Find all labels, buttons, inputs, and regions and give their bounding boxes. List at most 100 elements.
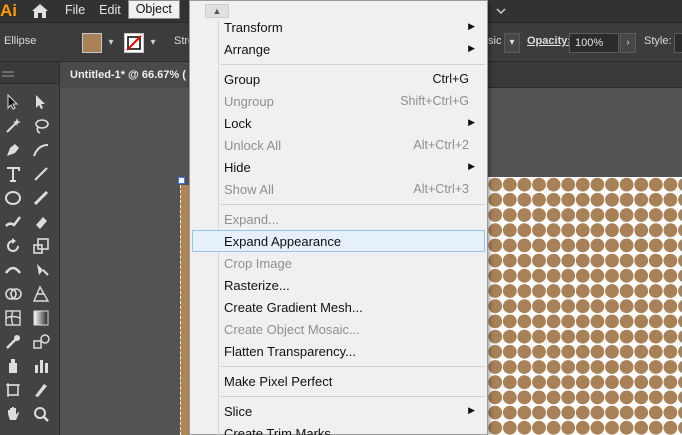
- pattern-dot: [634, 192, 649, 207]
- stroke-dropdown-icon[interactable]: ▾: [146, 32, 160, 54]
- menu-separator: [221, 64, 485, 65]
- pattern-dot: [502, 405, 517, 420]
- shape-builder-icon[interactable]: [0, 283, 26, 305]
- menu-item-hide[interactable]: Hide ▶: [192, 156, 485, 178]
- menu-item-unlock-all: Unlock All Alt+Ctrl+2: [192, 134, 485, 156]
- dot-pattern-graphic: [488, 177, 682, 435]
- eyedropper-icon[interactable]: [0, 331, 26, 353]
- selection-tool-icon[interactable]: [0, 91, 26, 113]
- pattern-dot: [619, 375, 634, 390]
- pattern-dot: [517, 420, 532, 435]
- opacity-arrow-icon[interactable]: ›: [620, 33, 636, 53]
- pattern-dot: [648, 177, 663, 192]
- width-tool-icon[interactable]: [0, 259, 26, 281]
- mesh-tool-icon[interactable]: [0, 307, 26, 329]
- menu-item-create-trim-marks[interactable]: Create Trim Marks: [192, 422, 485, 435]
- pattern-dot: [634, 405, 649, 420]
- menu-item-expand-appearance[interactable]: Expand Appearance: [192, 230, 485, 252]
- opacity-input[interactable]: 100%: [569, 33, 619, 53]
- selection-anchor-handle[interactable]: [178, 177, 185, 184]
- pattern-dot: [619, 238, 634, 253]
- stroke-swatch[interactable]: [124, 33, 144, 53]
- pattern-dot: [605, 360, 619, 374]
- pattern-dot: [619, 284, 634, 298]
- gradient-tool-icon[interactable]: [28, 307, 54, 329]
- pattern-dot: [488, 253, 503, 268]
- menu-item-label: Unlock All: [224, 138, 282, 153]
- magic-wand-icon[interactable]: [0, 115, 26, 137]
- menu-item-shortcut: Shift+Ctrl+G: [400, 94, 469, 108]
- dot-pattern-artwork[interactable]: [488, 177, 682, 435]
- menu-file[interactable]: File: [58, 0, 92, 22]
- curvature-tool-icon[interactable]: [28, 139, 54, 161]
- puppet-warp-icon[interactable]: [28, 259, 54, 281]
- pattern-dot: [605, 375, 619, 390]
- blend-dropdown-icon[interactable]: ▾: [504, 33, 520, 53]
- menu-item-make-pixel-perfect[interactable]: Make Pixel Perfect: [192, 370, 485, 392]
- menu-item-arrange[interactable]: Arrange ▶: [192, 38, 485, 60]
- pattern-dot: [663, 420, 678, 435]
- pattern-dot: [517, 390, 532, 405]
- menu-item-label: Flatten Transparency...: [224, 344, 356, 359]
- pattern-dot: [488, 238, 503, 253]
- zoom-tool-icon[interactable]: [28, 403, 54, 425]
- pattern-dot: [517, 177, 532, 192]
- pattern-dot: [561, 329, 576, 344]
- pattern-dot: [605, 238, 619, 253]
- menu-item-shortcut: Alt+Ctrl+3: [413, 182, 469, 196]
- menu-item-flatten-transparency[interactable]: Flatten Transparency...: [192, 340, 485, 362]
- scale-tool-icon[interactable]: [28, 235, 54, 257]
- pattern-dot: [532, 192, 546, 207]
- perspective-grid-icon[interactable]: [28, 283, 54, 305]
- pattern-dot: [546, 314, 561, 329]
- menu-edit[interactable]: Edit: [92, 0, 128, 22]
- fill-swatch[interactable]: [82, 33, 102, 53]
- pattern-dot: [502, 284, 517, 298]
- menu-item-group[interactable]: Group Ctrl+G: [192, 68, 485, 90]
- rotate-tool-icon[interactable]: [0, 235, 26, 257]
- menu-item-label: Create Trim Marks: [224, 426, 331, 435]
- type-tool-icon[interactable]: [0, 163, 26, 185]
- ellipse-tool-icon[interactable]: [0, 187, 26, 209]
- hand-tool-icon[interactable]: [0, 403, 26, 425]
- menu-item-transform[interactable]: Transform ▶: [192, 16, 485, 38]
- selection-type-label: Ellipse: [4, 35, 37, 47]
- app-logo: Ai: [0, 1, 17, 20]
- slice-tool-icon[interactable]: [28, 379, 54, 401]
- menu-item-slice[interactable]: Slice ▶: [192, 400, 485, 422]
- paintbrush-icon[interactable]: [0, 211, 26, 233]
- pattern-dot: [590, 192, 605, 207]
- document-tab[interactable]: Untitled-1* @ 66.67% (: [60, 62, 194, 88]
- lasso-icon[interactable]: [28, 115, 54, 137]
- pattern-dot: [605, 314, 619, 329]
- graph-tool-icon[interactable]: [28, 355, 54, 377]
- pattern-dot: [575, 253, 590, 268]
- home-icon[interactable]: [22, 0, 58, 22]
- menu-item-shortcut: Ctrl+G: [432, 72, 469, 86]
- pattern-dot: [488, 314, 503, 329]
- menu-object[interactable]: Object: [127, 0, 180, 19]
- chevron-down-icon[interactable]: [496, 0, 506, 22]
- pencil-tool-icon[interactable]: [28, 187, 54, 209]
- pattern-dot: [561, 177, 576, 192]
- menu-item-lock[interactable]: Lock ▶: [192, 112, 485, 134]
- pattern-dot: [678, 375, 682, 389]
- line-tool-icon[interactable]: [28, 163, 54, 185]
- style-picker[interactable]: [674, 33, 682, 53]
- fill-dropdown-icon[interactable]: ▾: [104, 32, 118, 54]
- menu-item-create-gradient-mesh[interactable]: Create Gradient Mesh...: [192, 296, 485, 318]
- pattern-dot: [575, 299, 590, 314]
- menu-item-rasterize[interactable]: Rasterize...: [192, 274, 485, 296]
- pattern-dot: [502, 208, 517, 222]
- eraser-icon[interactable]: [28, 211, 54, 233]
- direct-selection-tool-icon[interactable]: [28, 91, 54, 113]
- artboard-tool-icon[interactable]: [0, 379, 26, 401]
- pen-tool-icon[interactable]: [0, 139, 26, 161]
- symbol-sprayer-icon[interactable]: [0, 355, 26, 377]
- pattern-dot: [575, 177, 590, 192]
- pattern-dot: [678, 330, 682, 343]
- pattern-dot: [575, 360, 590, 374]
- blend-tool-icon[interactable]: [28, 331, 54, 353]
- pattern-dot: [517, 405, 532, 420]
- pattern-dot: [648, 268, 663, 283]
